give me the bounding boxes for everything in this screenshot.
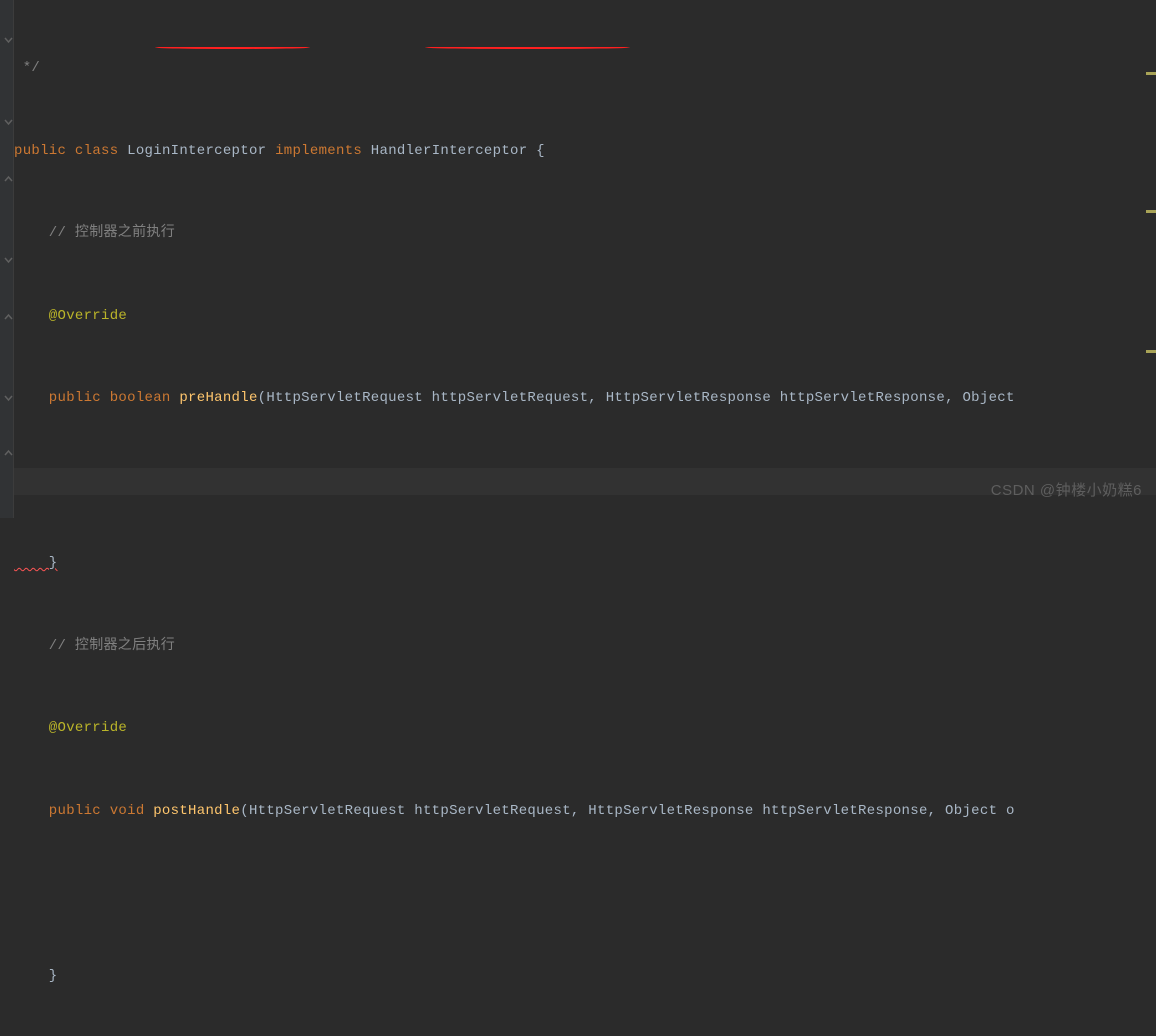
keyword: public xyxy=(14,143,66,159)
code-line: public boolean preHandle(HttpServletRequ… xyxy=(14,385,1156,413)
params: (HttpServletRequest httpServletRequest, … xyxy=(258,390,1015,406)
code-line: } xyxy=(14,550,1156,578)
code-line: // 控制器之后执行 xyxy=(14,633,1156,661)
class-name: LoginInterceptor xyxy=(127,143,266,159)
code-line xyxy=(14,880,1156,908)
warning-mark[interactable] xyxy=(1146,350,1156,353)
comment: */ xyxy=(14,60,40,76)
fold-collapse-icon[interactable] xyxy=(4,174,13,183)
brace: } xyxy=(14,968,58,984)
params: (HttpServletRequest httpServletRequest, … xyxy=(240,803,1014,819)
keyword: boolean xyxy=(110,390,171,406)
fold-collapse-icon[interactable] xyxy=(4,312,13,321)
code-line: public class LoginInterceptor implements… xyxy=(14,138,1156,166)
keyword: public xyxy=(14,390,101,406)
warning-mark[interactable] xyxy=(1146,72,1156,75)
underline-annotation xyxy=(425,46,630,49)
annotation: @Override xyxy=(14,720,127,736)
annotation: @Override xyxy=(14,308,127,324)
comment: // 控制器之前执行 xyxy=(14,225,175,241)
code-line: */ xyxy=(14,55,1156,83)
method-name: postHandle xyxy=(153,803,240,819)
code-editor[interactable]: */ public class LoginInterceptor impleme… xyxy=(0,0,1156,1036)
brace: { xyxy=(527,143,544,159)
method-name: preHandle xyxy=(179,390,257,406)
code-line: } xyxy=(14,963,1156,991)
fold-collapse-icon[interactable] xyxy=(4,448,13,457)
code-line: @Override xyxy=(14,303,1156,331)
code-line-current xyxy=(14,468,1156,496)
fold-expand-icon[interactable] xyxy=(4,394,13,403)
code-line: public void postHandle(HttpServletReques… xyxy=(14,798,1156,826)
keyword: public xyxy=(14,803,101,819)
keyword: implements xyxy=(275,143,362,159)
underline-annotation xyxy=(155,46,310,49)
fold-expand-icon[interactable] xyxy=(4,118,13,127)
editor-gutter xyxy=(0,0,14,518)
comment: // 控制器之后执行 xyxy=(14,638,175,654)
watermark: CSDN @钟楼小奶糕6 xyxy=(991,477,1142,505)
fold-expand-icon[interactable] xyxy=(4,36,13,45)
keyword: void xyxy=(110,803,145,819)
interface-name: HandlerInterceptor xyxy=(371,143,528,159)
warning-mark[interactable] xyxy=(1146,210,1156,213)
code-line: // 控制器之前执行 xyxy=(14,220,1156,248)
brace-error: } xyxy=(14,555,58,571)
keyword: class xyxy=(75,143,119,159)
code-line: @Override xyxy=(14,715,1156,743)
fold-expand-icon[interactable] xyxy=(4,256,13,265)
